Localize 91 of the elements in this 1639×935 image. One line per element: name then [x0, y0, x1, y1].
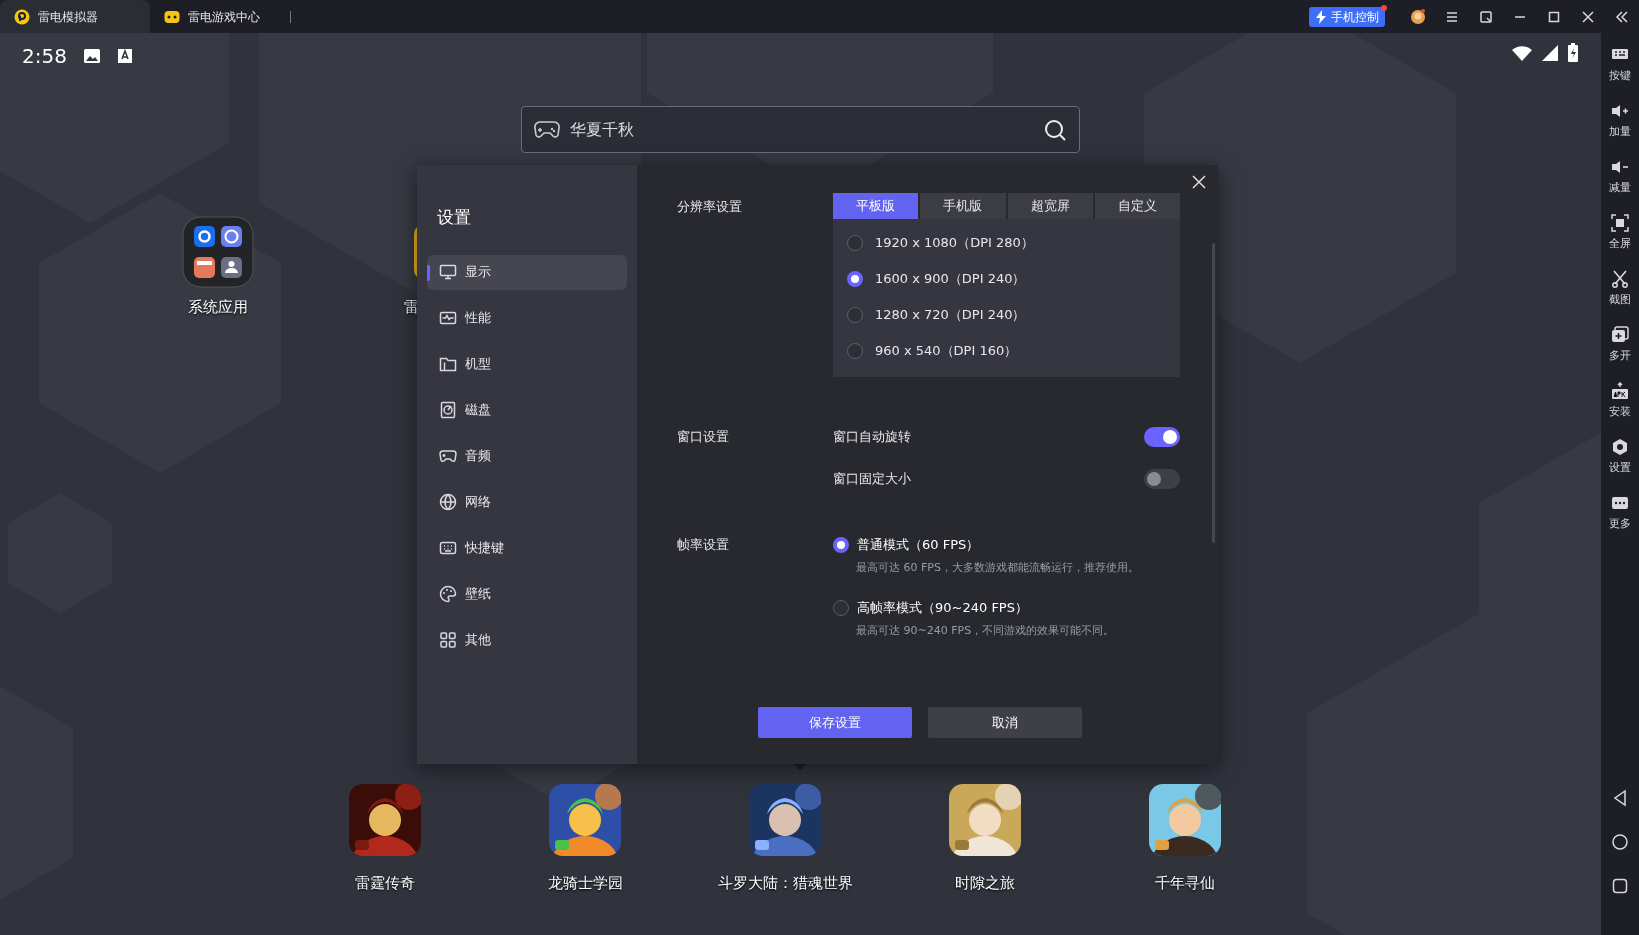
- sidebar-button[interactable]: 安装: [1601, 373, 1639, 429]
- app-label: 龙骑士学园: [547, 873, 623, 894]
- search-icon[interactable]: [1043, 117, 1067, 142]
- wifi-icon: [1511, 44, 1533, 62]
- sidebar-button[interactable]: 加量: [1601, 93, 1639, 149]
- sidebar-button[interactable]: 全屏: [1601, 205, 1639, 261]
- settings-nav-item[interactable]: 快捷键: [427, 530, 627, 566]
- tab-divider: [290, 10, 291, 23]
- settings-nav-item[interactable]: 壁纸: [427, 576, 627, 612]
- gamepad-icon: [534, 119, 560, 140]
- sidebar-button[interactable]: 多开: [1601, 317, 1639, 373]
- scissors-icon: [1611, 269, 1629, 288]
- close-icon[interactable]: [1580, 8, 1596, 25]
- globe-icon: [439, 493, 457, 511]
- option-label: 普通模式（60 FPS）: [857, 536, 980, 554]
- app-label: 时隙之旅: [955, 873, 1015, 894]
- option-label: 1280 x 720（DPI 240）: [875, 306, 1026, 325]
- window-icon[interactable]: [1478, 8, 1494, 25]
- clock-text: 2:58: [22, 43, 67, 70]
- radio-button[interactable]: [847, 235, 863, 251]
- section-label: 窗口设置: [677, 428, 730, 446]
- resolution-tab[interactable]: 平板版: [833, 193, 919, 219]
- gamepad-icon: [439, 447, 457, 465]
- notification-dot: [1381, 4, 1387, 11]
- settings-nav-item[interactable]: 音频: [427, 438, 627, 474]
- monitor-icon: [439, 263, 457, 281]
- radio-button[interactable]: [833, 536, 849, 553]
- setting-label: 窗口自动旋转: [833, 428, 911, 447]
- option-label: 高帧率模式（90~240 FPS）: [857, 599, 1028, 617]
- option-label: 1600 x 900（DPI 240）: [875, 270, 1026, 289]
- sidebar-button[interactable]: 减量: [1601, 149, 1639, 205]
- app-label: 系统应用: [188, 297, 248, 318]
- sidebar-button[interactable]: 设置: [1601, 429, 1639, 485]
- folder-icon[interactable]: [182, 216, 254, 288]
- settings-nav-item[interactable]: 网络: [427, 484, 627, 520]
- cancel-button[interactable]: 取消: [928, 707, 1082, 738]
- section-label: 分辨率设置: [677, 198, 743, 216]
- sidebar-button[interactable]: 按键: [1601, 37, 1639, 93]
- toggle-switch[interactable]: [1144, 427, 1180, 447]
- close-icon[interactable]: [1192, 175, 1206, 189]
- dialog-title: 设置: [436, 206, 472, 229]
- resolution-tab[interactable]: 超宽屏: [1007, 193, 1093, 219]
- settings-nav-item[interactable]: 其他: [427, 622, 627, 658]
- phone-control-button[interactable]: 手机控制: [1309, 6, 1385, 27]
- sidebar-button[interactable]: 截图: [1601, 261, 1639, 317]
- battery-icon: [1567, 43, 1579, 63]
- settings-nav-item[interactable]: 磁盘: [427, 392, 627, 428]
- radio-button[interactable]: [847, 343, 863, 359]
- folder-icon: [439, 355, 457, 373]
- radio-button[interactable]: [833, 599, 849, 616]
- search-field[interactable]: 华夏千秋: [568, 116, 1035, 143]
- apk-icon: [1611, 381, 1629, 400]
- sidebar-button[interactable]: 更多: [1601, 485, 1639, 541]
- recents-icon[interactable]: [1611, 877, 1629, 895]
- settings-icon: [1611, 437, 1629, 456]
- section-label: 帧率设置: [677, 536, 730, 554]
- toggle-switch[interactable]: [1144, 469, 1180, 489]
- selection-indicator: [427, 264, 430, 281]
- collapse-icon[interactable]: [1614, 8, 1630, 25]
- grid-icon: [439, 631, 457, 649]
- window-tab[interactable]: 雷电模拟器: [0, 0, 150, 33]
- save-button[interactable]: 保存设置: [758, 707, 912, 738]
- option-label: 960 x 540（DPI 160）: [875, 342, 1018, 361]
- chart-icon: [439, 309, 457, 327]
- palette-icon: [439, 585, 457, 603]
- search-bar[interactable]: 华夏千秋: [521, 106, 1080, 153]
- app-label: 雷霆传奇: [355, 873, 415, 894]
- radio-button[interactable]: [847, 271, 863, 287]
- app-label: 斗罗大陆：猎魂世界: [717, 873, 853, 894]
- radio-button[interactable]: [847, 307, 863, 323]
- multi-window-icon: [1611, 325, 1629, 344]
- hint-text: 最高可达 60 FPS，大多数游戏都能流畅运行，推荐使用。: [855, 559, 1140, 576]
- resolution-tab[interactable]: 自定义: [1094, 193, 1180, 219]
- home-icon[interactable]: [1611, 833, 1629, 851]
- settings-nav-item[interactable]: 机型: [427, 346, 627, 382]
- hint-text: 最高可达 90~240 FPS，不同游戏的效果可能不同。: [855, 622, 1116, 639]
- lightning-icon: [1315, 9, 1327, 24]
- option-label: 1920 x 1080（DPI 280）: [875, 234, 1034, 253]
- settings-nav-item[interactable]: 显示: [427, 254, 627, 290]
- avatar-icon[interactable]: [1410, 8, 1426, 25]
- signal-icon: [1541, 44, 1559, 62]
- fullscreen-icon: [1611, 213, 1629, 232]
- window-tab[interactable]: 雷电游戏中心: [150, 0, 274, 33]
- logo-icon: [14, 8, 30, 25]
- app-label: 千年寻仙: [1155, 873, 1215, 894]
- settings-nav-item[interactable]: 性能: [427, 300, 627, 336]
- back-icon[interactable]: [1611, 789, 1629, 807]
- scrollbar-thumb[interactable]: [1212, 243, 1215, 543]
- gamepad-icon: [164, 8, 180, 25]
- setting-label: 窗口固定大小: [833, 470, 911, 489]
- resolution-tab[interactable]: 手机版: [920, 193, 1006, 219]
